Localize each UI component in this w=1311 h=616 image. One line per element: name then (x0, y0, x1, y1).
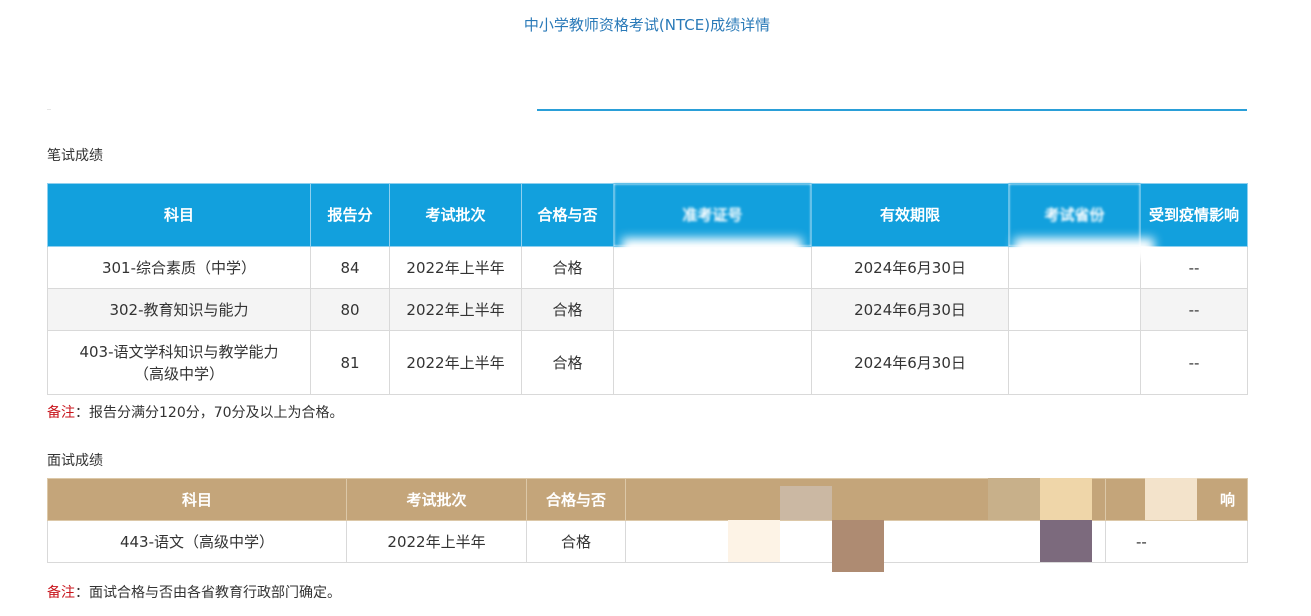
redaction-mosaic (1040, 478, 1092, 520)
cell-score: 84 (310, 246, 390, 289)
redaction-mosaic (1040, 520, 1092, 562)
title-underline (537, 109, 1247, 111)
interview-section-label: 面试成绩 (47, 453, 103, 469)
redaction-blur (1014, 238, 1154, 260)
cell-batch: 2022年上半年 (389, 246, 522, 289)
redaction-blur (622, 238, 802, 260)
col-result: 合格与否 (521, 183, 614, 247)
cell-result: 合格 (521, 288, 614, 331)
cell-covid: -- (1140, 330, 1248, 395)
col-result: 合格与否 (526, 478, 626, 521)
title-rule-left (47, 109, 51, 110)
cell-result: 合格 (526, 520, 626, 563)
written-note: 备注：报告分满分120分，70分及以上为合格。 (47, 402, 344, 422)
cell-batch: 2022年上半年 (389, 330, 522, 395)
cell-covid: -- (1105, 520, 1248, 563)
cell-valid: 2024年6月30日 (811, 330, 1009, 395)
redaction-mosaic (728, 520, 780, 562)
cell-result: 合格 (521, 330, 614, 395)
col-subject: 科目 (47, 183, 311, 247)
redaction-mosaic (832, 520, 884, 572)
cell-batch: 2022年上半年 (389, 288, 522, 331)
cell-ticket (613, 330, 812, 395)
cell-valid: 2024年6月30日 (811, 246, 1009, 289)
redaction-mosaic (1145, 478, 1197, 520)
note-text: ：报告分满分120分，70分及以上为合格。 (75, 405, 344, 421)
cell-covid: -- (1140, 246, 1248, 289)
cell-province (1008, 288, 1141, 331)
cell-result: 合格 (521, 246, 614, 289)
cell-subject: 301-综合素质（中学） (47, 246, 311, 289)
written-scores-table: 科目 报告分 考试批次 合格与否 准考证号 有效期限 考试省份 受到疫情影响 3… (47, 183, 1248, 395)
cell-score: 81 (310, 330, 390, 395)
cell-province (1008, 330, 1141, 395)
cell-covid: -- (1140, 288, 1248, 331)
cell-score: 80 (310, 288, 390, 331)
col-batch: 考试批次 (389, 183, 522, 247)
note-key: 备注 (47, 585, 75, 601)
note-key: 备注 (47, 405, 75, 421)
cell-batch: 2022年上半年 (346, 520, 527, 563)
page-title: 中小学教师资格考试(NTCE)成绩详情 (523, 16, 771, 34)
interview-note: 备注：面试合格与否由各省教育行政部门确定。 (47, 582, 341, 602)
table-row: 403-语文学科知识与教学能力（高级中学） 81 2022年上半年 合格 202… (47, 330, 1248, 395)
col-valid: 有效期限 (811, 183, 1009, 247)
table-row: 302-教育知识与能力 80 2022年上半年 合格 2024年6月30日 -- (47, 288, 1248, 331)
redaction-mosaic (988, 478, 1040, 520)
cell-subject: 302-教育知识与能力 (47, 288, 311, 331)
note-text: ：面试合格与否由各省教育行政部门确定。 (75, 585, 341, 601)
col-score: 报告分 (310, 183, 390, 247)
cell-subject: 403-语文学科知识与教学能力（高级中学） (47, 330, 311, 395)
cell-subject: 443-语文（高级中学） (47, 520, 347, 563)
col-batch: 考试批次 (346, 478, 527, 521)
cell-ticket (613, 288, 812, 331)
redaction-mosaic (780, 486, 832, 520)
cell-valid: 2024年6月30日 (811, 288, 1009, 331)
written-section-label: 笔试成绩 (47, 148, 103, 164)
col-subject: 科目 (47, 478, 347, 521)
col-covid: 受到疫情影响 (1140, 183, 1248, 247)
